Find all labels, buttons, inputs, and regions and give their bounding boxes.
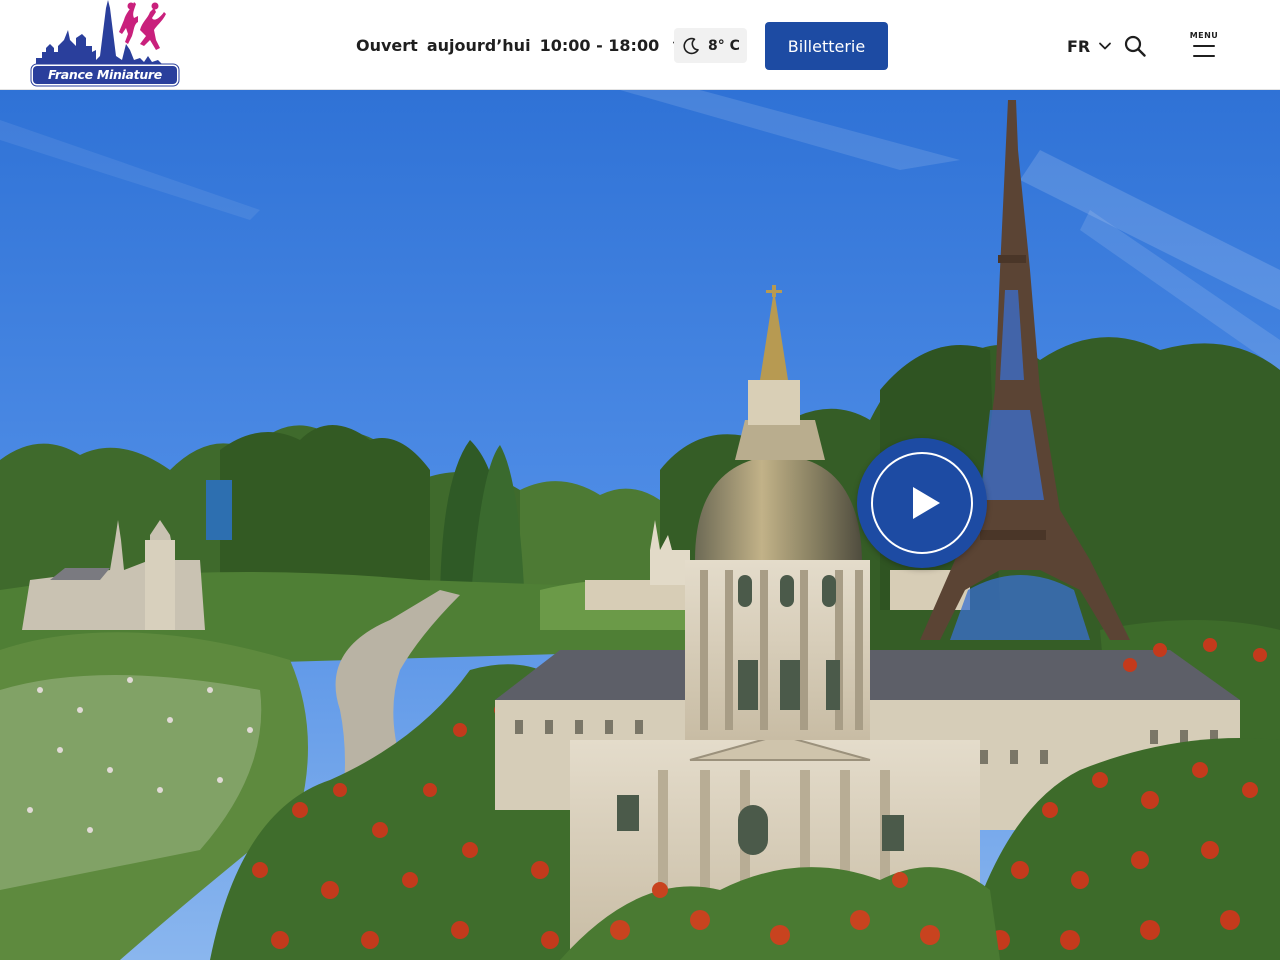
moon-icon [683, 37, 699, 54]
hero-section [0, 90, 1280, 960]
menu-label: MENU [1189, 31, 1219, 40]
ticket-button[interactable]: Billetterie [765, 22, 888, 70]
hero-image [0, 90, 1280, 960]
hamburger-icon-line [1193, 55, 1215, 57]
logo-wordmark: France Miniature [33, 66, 177, 84]
opening-time: 10:00 - 18:00 [539, 35, 660, 55]
language-selector[interactable]: FR [1067, 34, 1112, 58]
weather-widget: 8° C [674, 28, 747, 63]
play-video-button[interactable] [857, 438, 987, 568]
site-header: France Miniature Ouvert aujourd’hui 10:0… [0, 0, 1280, 90]
chevron-down-icon [1099, 42, 1112, 50]
language-current: FR [1067, 36, 1091, 56]
weather-temperature: 8° C [708, 37, 740, 54]
opening-status: Ouvert [356, 35, 418, 55]
search-icon[interactable] [1123, 34, 1147, 58]
france-miniature-logo[interactable]: France Miniature [30, 0, 180, 88]
menu-button[interactable]: MENU [1188, 31, 1220, 61]
play-icon [913, 487, 940, 519]
opening-day: aujourd’hui [426, 35, 531, 55]
hamburger-icon-line [1193, 45, 1215, 47]
opening-hours-dropdown[interactable]: Ouvert aujourd’hui 10:00 - 18:00 [356, 33, 686, 57]
